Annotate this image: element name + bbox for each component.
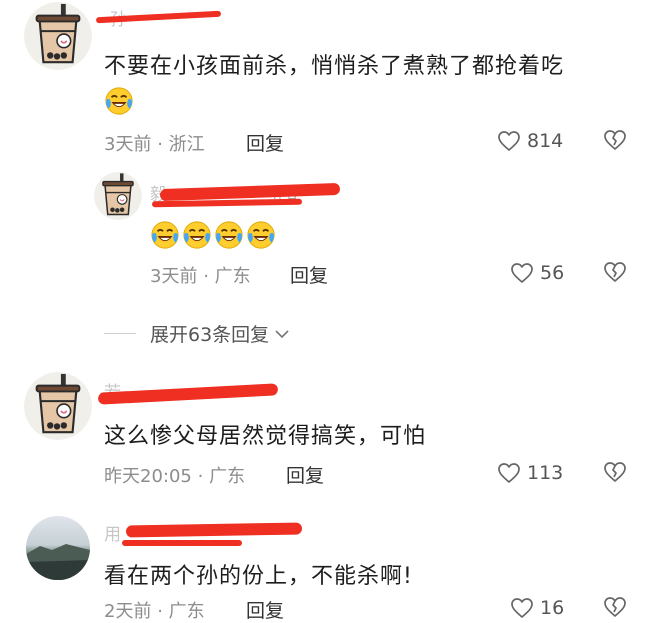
avatar[interactable] [24,372,92,440]
redaction-mark [97,383,279,405]
like-count: 814 [527,130,564,152]
comment-location: 广东 [214,266,251,287]
meta-separator: · [157,601,163,622]
comment-text: 不要在小孩面前杀，悄悄杀了煮熟了都抢着吃 [104,54,565,79]
comment-text: 看在两个孙的份上，不能杀啊! [104,564,413,589]
broken-heart-icon [603,260,627,284]
redaction-mark [151,198,303,208]
reply-button[interactable]: 回复 [246,596,284,623]
avatar[interactable] [94,172,142,220]
dislike-button[interactable] [603,260,627,288]
bubble-tea-avatar-icon [24,372,92,440]
reply-button[interactable]: 回复 [286,461,324,488]
broken-heart-icon [603,128,627,152]
like-count: 113 [527,462,564,484]
redaction-mark [122,540,242,546]
comment-time: 3天前 [150,266,198,287]
dislike-button[interactable] [603,595,627,623]
meta-separator: · [157,134,163,155]
laughing-tears-emoji-icon [104,86,134,120]
comment-meta: 3天前 · 浙江 [104,130,205,156]
broken-heart-icon [603,460,627,484]
redaction-mark [159,182,341,202]
laughing-tears-emoji-icon [150,220,180,254]
avatar[interactable] [24,2,92,70]
comment-meta: 3天前 · 广东 [150,262,251,288]
like-count: 56 [540,262,565,284]
heart-outline-icon [510,261,534,285]
reply-button[interactable]: 回复 [290,261,328,288]
like-button[interactable]: 56 [510,261,564,285]
comment-time: 2天前 [104,601,152,622]
bubble-tea-avatar-icon [24,2,92,70]
meta-separator: · [197,466,204,487]
comment-location: 广东 [209,466,246,487]
heart-outline-icon [510,596,534,620]
redaction-mark [125,522,303,538]
comment-time: 3天前 [104,134,152,155]
landscape-photo-icon [26,544,90,580]
comment-time: 昨天20:05 [104,466,192,487]
meta-separator: · [203,266,209,287]
comment-meta: 2天前 · 广东 [104,597,205,623]
heart-outline-icon [497,129,521,153]
reply-button[interactable]: 回复 [246,129,284,156]
comment-meta: 昨天20:05 · 广东 [104,462,245,488]
like-button[interactable]: 16 [510,596,564,620]
bubble-tea-avatar-icon [94,172,142,220]
dislike-button[interactable] [603,128,627,156]
like-count: 16 [540,597,565,619]
comment-location: 浙江 [168,134,205,155]
laughing-tears-emoji-icon [182,220,212,254]
comment-text: 这么惨父母居然觉得搞笑，可怕 [104,424,427,449]
like-button[interactable]: 113 [497,461,563,485]
chevron-down-icon [275,329,289,338]
expand-label: 展开63条回复 [150,324,270,346]
divider [104,333,136,334]
laughing-tears-emoji-icon [246,220,276,254]
dislike-button[interactable] [603,460,627,488]
laughing-tears-emoji-icon [214,220,244,254]
broken-heart-icon [603,595,627,619]
comment-location: 广东 [168,601,205,622]
expand-replies-button[interactable]: 展开63条回复 [104,320,291,347]
like-button[interactable]: 814 [497,129,563,153]
avatar[interactable] [26,516,90,580]
heart-outline-icon [497,461,521,485]
username[interactable]: 用 [104,520,121,545]
